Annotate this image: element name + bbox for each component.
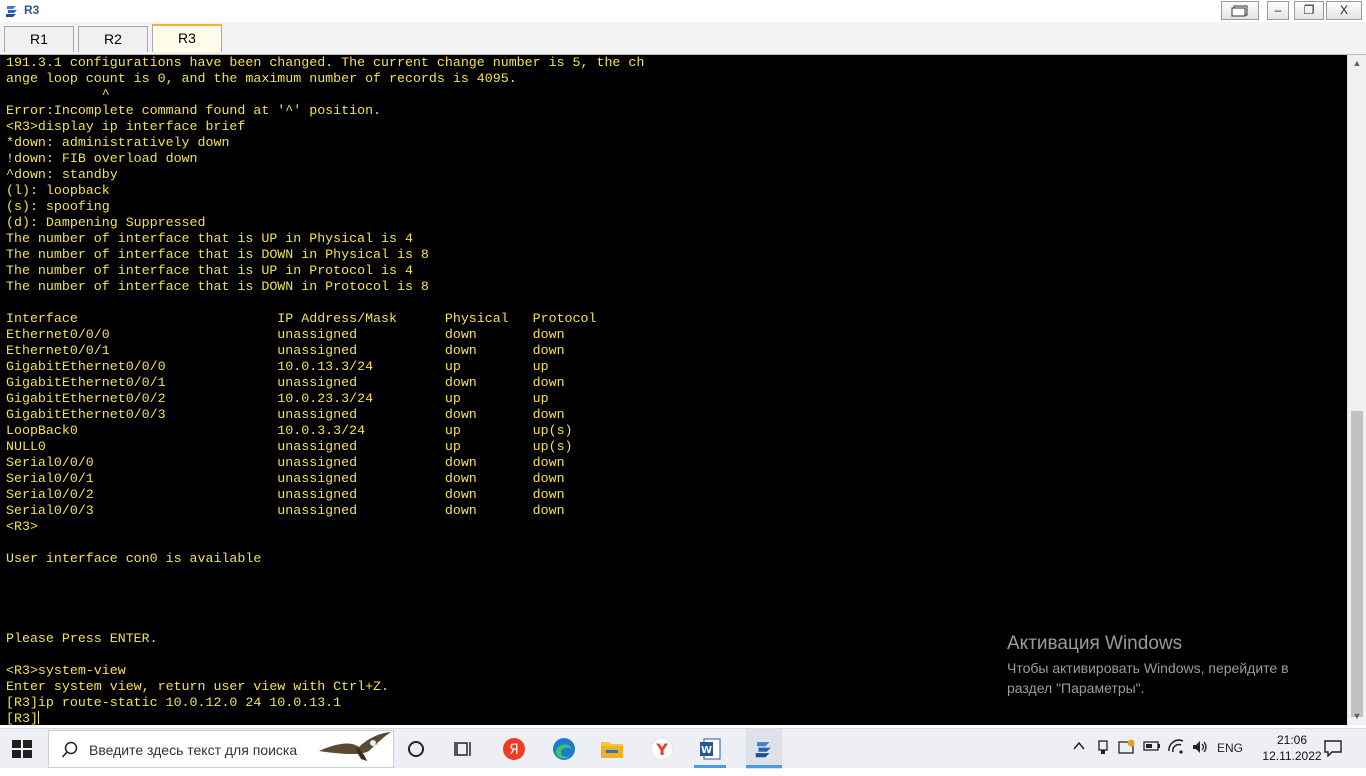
activation-title: Активация Windows — [1007, 633, 1183, 654]
network-alert-icon[interactable] — [1118, 739, 1136, 758]
minimize-button[interactable]: – — [1267, 1, 1289, 20]
volume-icon[interactable] — [1191, 739, 1209, 758]
terminal-line: Serial0/0/3 unassigned down down — [6, 503, 565, 518]
edge-browser-icon[interactable] — [550, 735, 578, 763]
terminal-line: The number of interface that is DOWN in … — [6, 247, 429, 262]
yandex-y-icon[interactable]: Y — [648, 735, 676, 763]
task-view-icon[interactable] — [449, 735, 477, 763]
console-terminal[interactable]: 191.3.1 configurations have been changed… — [0, 55, 1347, 725]
terminal-line: Enter system view, return user view with… — [6, 679, 390, 694]
terminal-line: (s): spoofing — [6, 199, 110, 214]
terminal-line: (d): Dampening Suppressed — [6, 215, 206, 230]
notification-center-icon[interactable] — [1324, 739, 1342, 757]
clock-date: 12.11.2022 — [1262, 749, 1322, 763]
scrollbar-thumb[interactable] — [1351, 411, 1363, 717]
taskbar-search-box[interactable]: Введите здесь текст для поиска — [48, 730, 394, 768]
terminal-line: 191.3.1 configurations have been changed… — [6, 55, 645, 70]
tab-r2[interactable]: R2 — [78, 26, 148, 52]
ensp-app-icon — [6, 6, 17, 17]
activation-subtitle: Чтобы активировать Windows, перейдите в … — [1007, 660, 1289, 696]
title-bar: R3 – ❐ X — [0, 0, 1366, 23]
terminal-line: ^ — [6, 87, 110, 102]
yandex-browser-icon[interactable]: Я — [500, 735, 528, 763]
search-icon — [61, 741, 78, 758]
word-icon[interactable]: W — [696, 735, 724, 763]
ensp-taskbar-icon[interactable] — [746, 729, 782, 769]
terminal-output: 191.3.1 configurations have been changed… — [0, 55, 644, 725]
terminal-line: Error:Incomplete command found at '^' po… — [6, 103, 382, 118]
terminal-line: The number of interface that is UP in Pr… — [6, 263, 413, 278]
terminal-scrollbar[interactable]: ▲ ▼ — [1347, 55, 1366, 725]
yandex-y-glyph: Y — [655, 740, 668, 759]
battery-icon[interactable] — [1143, 739, 1161, 756]
terminal-line: GigabitEthernet0/0/1 unassigned down dow… — [6, 375, 565, 390]
terminal-line: LoopBack0 10.0.3.3/24 up up(s) — [6, 423, 573, 438]
terminal-line: GigabitEthernet0/0/0 10.0.13.3/24 up up — [6, 359, 549, 374]
terminal-line: The number of interface that is UP in Ph… — [6, 231, 413, 246]
scroll-up-icon[interactable]: ▲ — [1348, 55, 1366, 72]
terminal-line: <R3>system-view — [6, 663, 126, 678]
terminal-line: Interface IP Address/Mask Physical Proto… — [6, 311, 597, 326]
terminal-line: User interface con0 is available — [6, 551, 262, 566]
device-tab-bar: R1 R2 R3 — [0, 22, 1366, 55]
tray-chevron-up-icon[interactable] — [1072, 739, 1086, 756]
yandex-glyph: Я — [509, 742, 519, 758]
terminal-line: Ethernet0/0/1 unassigned down down — [6, 343, 565, 358]
clock-time: 21:06 — [1276, 733, 1308, 747]
search-placeholder: Введите здесь текст для поиска — [89, 742, 298, 758]
language-indicator[interactable]: ENG — [1217, 741, 1243, 755]
taskbar: Введите здесь текст для поиска Я Y W ENG… — [0, 728, 1366, 769]
terminal-line: *down: administratively down — [6, 135, 230, 150]
windows-activation-watermark: Активация Windows Чтобы активировать Win… — [1007, 632, 1327, 698]
window-title: R3 — [24, 3, 40, 17]
terminal-line: [R3]ip route-static 10.0.12.0 24 10.0.13… — [6, 695, 342, 710]
tab-r1[interactable]: R1 — [4, 26, 74, 52]
terminal-line: NULL0 unassigned up up(s) — [6, 439, 573, 454]
maximize-button[interactable]: ❐ — [1294, 1, 1324, 20]
terminal-line: ^down: standby — [6, 167, 118, 182]
file-explorer-icon[interactable] — [598, 735, 626, 763]
terminal-line: Please Press ENTER. — [6, 631, 158, 646]
terminal-line: <R3>display ip interface brief — [6, 119, 246, 134]
terminal-cursor — [37, 711, 39, 724]
terminal-line: (l): loopback — [6, 183, 110, 198]
terminal-line: GigabitEthernet0/0/3 unassigned down dow… — [6, 407, 565, 422]
terminal-line: ange loop count is 0, and the maximum nu… — [6, 71, 517, 86]
terminal-line: !down: FIB overload down — [6, 151, 198, 166]
terminal-line: <R3> — [6, 519, 38, 534]
usb-device-icon[interactable] — [1095, 739, 1111, 758]
close-button[interactable]: X — [1326, 1, 1362, 20]
taskbar-clock[interactable]: 21:06 12.11.2022 — [1260, 732, 1324, 764]
eagle-illustration-icon — [319, 732, 391, 761]
word-glyph: W — [701, 745, 712, 756]
terminal-line: [R3] — [6, 711, 38, 725]
tab-r3[interactable]: R3 — [152, 24, 222, 52]
terminal-line: GigabitEthernet0/0/2 10.0.23.3/24 up up — [6, 391, 549, 406]
restore-window-icon[interactable] — [1221, 1, 1259, 20]
cortana-circle-icon[interactable] — [402, 735, 430, 763]
scroll-down-icon[interactable]: ▼ — [1348, 708, 1366, 725]
terminal-line: Ethernet0/0/0 unassigned down down — [6, 327, 565, 342]
terminal-line: Serial0/0/1 unassigned down down — [6, 471, 565, 486]
windows-start-icon[interactable] — [10, 737, 34, 761]
terminal-line: The number of interface that is DOWN in … — [6, 279, 429, 294]
terminal-line: Serial0/0/2 unassigned down down — [6, 487, 565, 502]
wifi-icon[interactable] — [1167, 739, 1185, 758]
terminal-line: Serial0/0/0 unassigned down down — [6, 455, 565, 470]
